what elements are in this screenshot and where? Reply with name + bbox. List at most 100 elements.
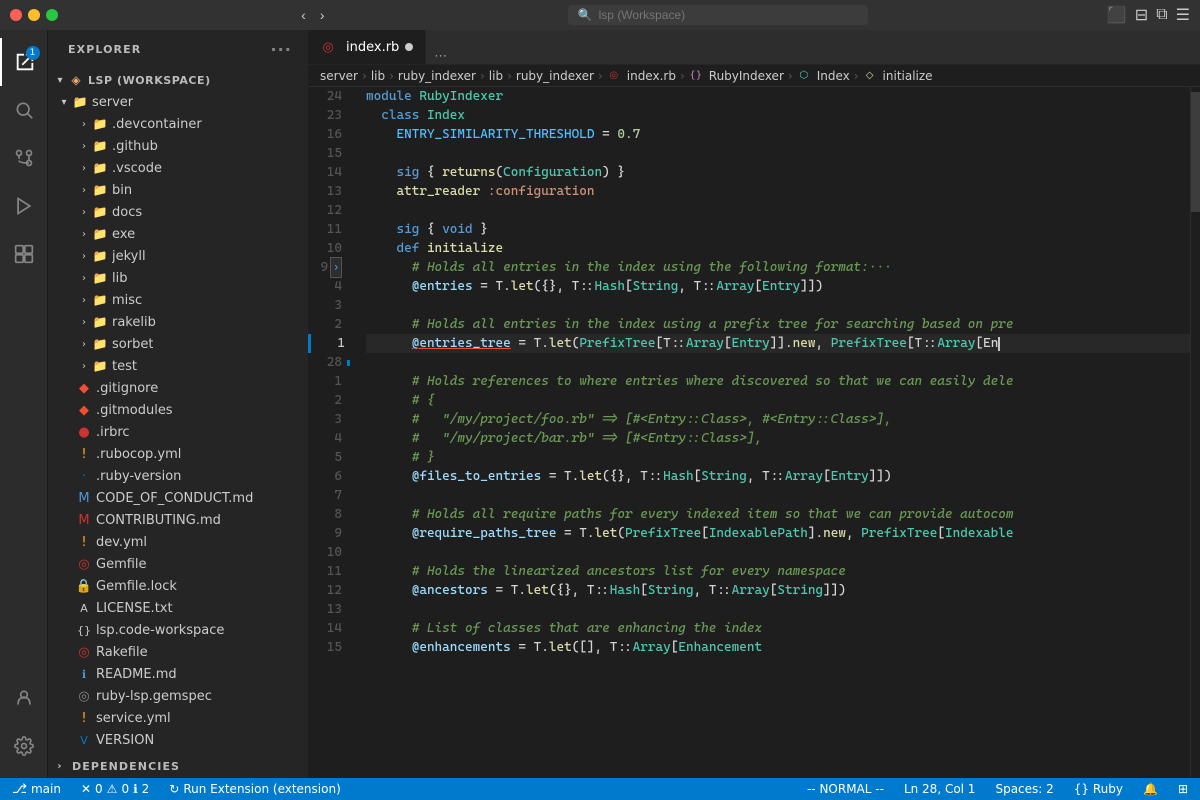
errors-status[interactable]: ✕ 0 ⚠ 0 ℹ 2 <box>77 778 153 800</box>
tree-label: docs <box>112 205 142 220</box>
breadcrumb-file[interactable]: index.rb <box>627 69 676 83</box>
ln-1-current: 1 <box>308 334 350 353</box>
back-button[interactable]: ‹ <box>297 5 310 25</box>
sidebar-header: EXPLORER ··· <box>48 30 308 69</box>
breadcrumb-lib2[interactable]: lib <box>489 69 503 83</box>
breadcrumb-lib[interactable]: lib <box>371 69 385 83</box>
search-bar[interactable]: 🔍 <box>568 5 868 25</box>
tree-item-gemfile[interactable]: ◎ Gemfile <box>48 553 308 575</box>
tree-label: .rubocop.yml <box>96 447 181 462</box>
language-status[interactable]: {} Ruby <box>1070 778 1127 800</box>
tree-item-rakefile[interactable]: ◎ Rakefile <box>48 641 308 663</box>
breadcrumb-file-icon: ◎ <box>607 69 621 83</box>
tree-item-github[interactable]: › 📁 .github <box>48 135 308 157</box>
tree-item-test[interactable]: › 📁 test <box>48 355 308 377</box>
tree-item-irbrc[interactable]: ● .irbrc <box>48 421 308 443</box>
forward-button[interactable]: › <box>316 5 329 25</box>
search-activity-icon[interactable] <box>0 86 48 134</box>
git-branch-status[interactable]: ⎇ main <box>8 778 65 800</box>
vim-mode: -- NORMAL -- <box>807 782 884 796</box>
layout-button[interactable]: ⊟ <box>1135 5 1148 25</box>
run-activity-icon[interactable] <box>0 182 48 230</box>
info-count: 2 <box>142 782 150 796</box>
file-icon: ℹ <box>76 666 92 682</box>
settings-activity-icon[interactable] <box>0 722 48 770</box>
bell-status[interactable]: 🔔 <box>1139 778 1162 800</box>
tree-item-gemspec[interactable]: ◎ ruby-lsp.gemspec <box>48 685 308 707</box>
collapse-arrow: ▾ <box>56 97 72 108</box>
tree-item-rakelib[interactable]: › 📁 rakelib <box>48 311 308 333</box>
tree-item-exe[interactable]: › 📁 exe <box>48 223 308 245</box>
minimize-button[interactable] <box>28 9 40 21</box>
split-button[interactable]: ⧉ <box>1156 6 1167 24</box>
breadcrumb-ruby-indexer1[interactable]: ruby_indexer <box>398 69 476 83</box>
code-line: @entries = T.let({}, T::Hash[String, T::… <box>366 277 1190 296</box>
code-line <box>366 144 1190 163</box>
code-content[interactable]: module RubyIndexer class Index ENTRY_SIM… <box>358 87 1190 778</box>
tree-item-misc[interactable]: › 📁 misc <box>48 289 308 311</box>
explorer-activity-icon[interactable]: 1 <box>0 38 48 86</box>
tree-label: .github <box>112 139 158 154</box>
extensions-activity-icon[interactable] <box>0 230 48 278</box>
tree-item-service-yml[interactable]: ! service.yml <box>48 707 308 729</box>
tree-item-jekyll[interactable]: › 📁 jekyll <box>48 245 308 267</box>
tree-item-vscode[interactable]: › 📁 .vscode <box>48 157 308 179</box>
dependencies-header[interactable]: › DEPENDENCIES <box>48 755 308 777</box>
tree-label: Gemfile.lock <box>96 579 177 594</box>
layout-status[interactable]: ⊞ <box>1174 778 1192 800</box>
folder-icon: 📁 <box>72 94 88 110</box>
code-line: attr_reader :configuration <box>366 182 1190 201</box>
tab-index-rb[interactable]: ◎ index.rb <box>308 30 426 64</box>
position-status[interactable]: Ln 28, Col 1 <box>900 778 980 800</box>
code-editor[interactable]: 24 23 16 15 14 13 12 11 10 9 › 4 3 2 1 2… <box>308 87 1200 778</box>
folder-icon: 📁 <box>92 292 108 308</box>
breadcrumb-server[interactable]: server <box>320 69 358 83</box>
tree-item-code-of-conduct[interactable]: M CODE_OF_CONDUCT.md <box>48 487 308 509</box>
tree-item-rubocop[interactable]: ! .rubocop.yml <box>48 443 308 465</box>
titlebar-right-buttons: ⬛ ⊟ ⧉ ☰ <box>1107 5 1190 25</box>
tree-item-lib[interactable]: › 📁 lib <box>48 267 308 289</box>
breadcrumb-class[interactable]: Index <box>817 69 850 83</box>
spaces-status[interactable]: Spaces: 2 <box>991 778 1057 800</box>
editor-area: ◎ index.rb ⋯ server › lib › ruby_indexer… <box>308 30 1200 778</box>
tree-item-sorbet[interactable]: › 📁 sorbet <box>48 333 308 355</box>
task-status[interactable]: ↻ Run Extension (extension) <box>165 778 344 800</box>
collapse-arrow: › <box>76 317 92 328</box>
minimap-slider[interactable] <box>1191 92 1200 212</box>
tree-item-gemfile-lock[interactable]: 🔒 Gemfile.lock <box>48 575 308 597</box>
maximize-button[interactable] <box>46 9 58 21</box>
minimap <box>1190 87 1200 778</box>
tree-item-dev-yml[interactable]: ! dev.yml <box>48 531 308 553</box>
tree-item-server[interactable]: ▾ 📁 server <box>48 91 308 113</box>
breadcrumb-module[interactable]: RubyIndexer <box>709 69 784 83</box>
tree-item-contributing[interactable]: M CONTRIBUTING.md <box>48 509 308 531</box>
source-control-activity-icon[interactable] <box>0 134 48 182</box>
sidebar-menu-button[interactable]: ··· <box>270 40 292 59</box>
sidebar-toggle-button[interactable]: ⬛ <box>1107 5 1127 25</box>
tree-item-gitignore[interactable]: ◆ .gitignore <box>48 377 308 399</box>
tree-item-gitmodules[interactable]: ◆ .gitmodules <box>48 399 308 421</box>
tree-item-readme[interactable]: ℹ README.md <box>48 663 308 685</box>
breadcrumb-sep: › <box>854 69 859 83</box>
test-activity-icon[interactable] <box>0 674 48 722</box>
tree-item-ruby-version[interactable]: · .ruby-version <box>48 465 308 487</box>
workspace-root[interactable]: ▾ ◈ LSP (WORKSPACE) <box>48 69 308 91</box>
breadcrumb-ruby-indexer2[interactable]: ruby_indexer <box>516 69 594 83</box>
tree-item-bin[interactable]: › 📁 bin <box>48 179 308 201</box>
file-icon: ! <box>76 446 92 462</box>
breadcrumb-method[interactable]: initialize <box>883 69 933 83</box>
collapse-arrow: ▾ <box>52 75 68 86</box>
tree-item-docs[interactable]: › 📁 docs <box>48 201 308 223</box>
search-input[interactable] <box>599 8 858 22</box>
close-button[interactable] <box>10 9 22 21</box>
code-line: ENTRY_SIMILARITY_THRESHOLD = 0.7 <box>366 125 1190 144</box>
vim-mode-status[interactable]: -- NORMAL -- <box>803 778 888 800</box>
tree-label: jekyll <box>112 249 146 264</box>
tree-item-workspace[interactable]: {} lsp.code-workspace <box>48 619 308 641</box>
tree-item-devcontainer[interactable]: › 📁 .devcontainer <box>48 113 308 135</box>
tree-label: dev.yml <box>96 535 147 550</box>
panel-button[interactable]: ☰ <box>1176 5 1190 25</box>
breadcrumb-module-icon: {} <box>689 69 703 83</box>
tree-item-version[interactable]: V VERSION <box>48 729 308 751</box>
tree-item-license[interactable]: A LICENSE.txt <box>48 597 308 619</box>
